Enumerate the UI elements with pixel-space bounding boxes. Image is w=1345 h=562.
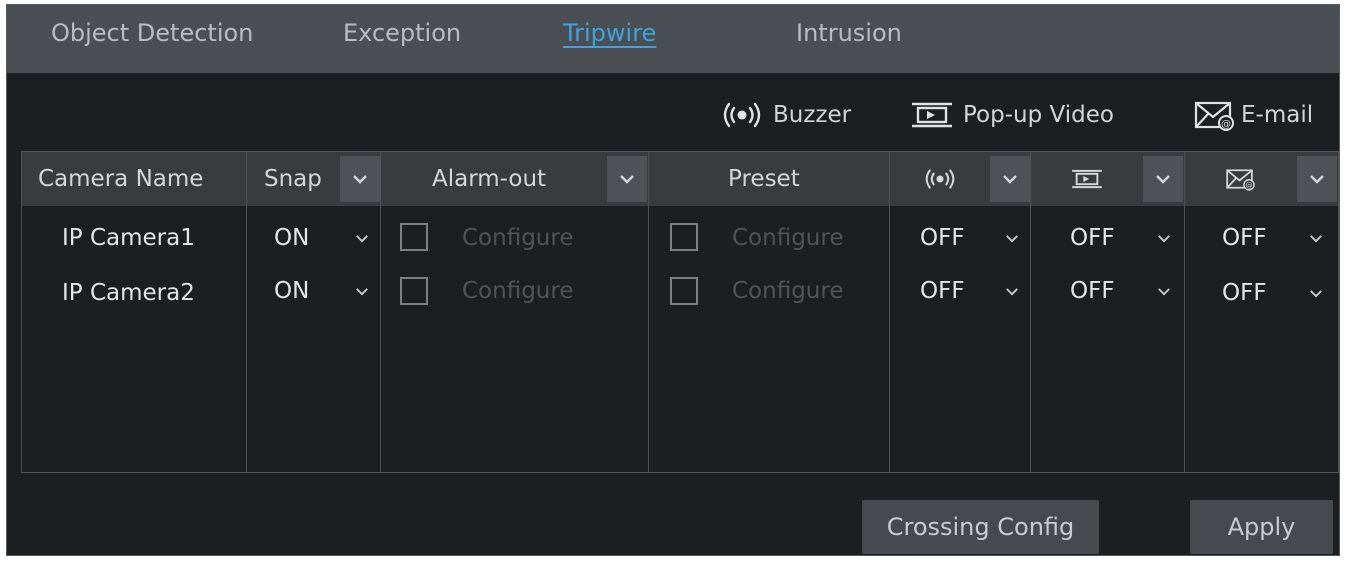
tab-object-detection[interactable]: Object Detection bbox=[51, 19, 253, 47]
email-icon: @ bbox=[1225, 152, 1257, 206]
camera-name-cell: IP Camera2 bbox=[62, 280, 195, 306]
chevron-down-icon[interactable] bbox=[1306, 231, 1326, 245]
legend-buzzer: Buzzer bbox=[719, 97, 851, 133]
legend-popup-video-label: Pop-up Video bbox=[963, 102, 1114, 128]
email-batch-dropdown[interactable] bbox=[1297, 156, 1337, 202]
header-camera-name: Camera Name bbox=[38, 166, 204, 192]
email-select[interactable]: OFF bbox=[1222, 278, 1267, 308]
legend-email: @ E-mail bbox=[1193, 97, 1313, 133]
crossing-config-button[interactable]: Crossing Config bbox=[862, 500, 1099, 554]
chevron-down-icon[interactable] bbox=[352, 284, 372, 298]
chevron-down-icon bbox=[620, 175, 634, 184]
alarm-out-configure-link[interactable]: Configure bbox=[462, 223, 573, 253]
column-divider bbox=[1030, 152, 1031, 472]
chevron-down-icon bbox=[353, 175, 367, 184]
email-select[interactable]: OFF bbox=[1222, 223, 1267, 253]
snap-select[interactable]: ON bbox=[274, 223, 309, 253]
chevron-down-icon[interactable] bbox=[1306, 286, 1326, 300]
alarm-out-configure-link[interactable]: Configure bbox=[462, 276, 573, 306]
popup-video-icon bbox=[909, 99, 955, 131]
column-divider bbox=[648, 152, 649, 472]
buzzer-batch-dropdown[interactable] bbox=[990, 156, 1030, 202]
column-divider bbox=[889, 152, 890, 472]
chevron-down-icon bbox=[1156, 175, 1170, 184]
camera-name-cell: IP Camera1 bbox=[62, 225, 195, 251]
chevron-down-icon[interactable] bbox=[1154, 284, 1174, 298]
buzzer-select[interactable]: OFF bbox=[920, 276, 965, 306]
popup-batch-dropdown[interactable] bbox=[1143, 156, 1183, 202]
svg-text:@: @ bbox=[1245, 181, 1252, 190]
buzzer-icon bbox=[922, 152, 958, 206]
email-icon: @ bbox=[1193, 99, 1237, 131]
chevron-down-icon[interactable] bbox=[352, 231, 372, 245]
alarm-out-checkbox[interactable] bbox=[400, 277, 428, 305]
chevron-down-icon bbox=[1310, 175, 1324, 184]
alarm-out-batch-dropdown[interactable] bbox=[607, 156, 647, 202]
tab-tripwire[interactable]: Tripwire bbox=[563, 19, 656, 47]
column-divider bbox=[380, 152, 381, 472]
chevron-down-icon[interactable] bbox=[1002, 284, 1022, 298]
apply-button[interactable]: Apply bbox=[1190, 500, 1333, 554]
preset-configure-link[interactable]: Configure bbox=[732, 276, 843, 306]
buzzer-select[interactable]: OFF bbox=[920, 223, 965, 253]
tab-intrusion[interactable]: Intrusion bbox=[796, 19, 902, 47]
snap-batch-dropdown[interactable] bbox=[340, 156, 380, 202]
chevron-down-icon bbox=[1003, 175, 1017, 184]
popup-video-icon bbox=[1070, 152, 1104, 206]
column-divider bbox=[1184, 152, 1185, 472]
chevron-down-icon[interactable] bbox=[1002, 231, 1022, 245]
tab-exception[interactable]: Exception bbox=[343, 19, 461, 47]
header-alarm-out: Alarm-out bbox=[432, 166, 547, 192]
snap-select[interactable]: ON bbox=[274, 276, 309, 306]
column-divider bbox=[246, 152, 247, 472]
preset-checkbox[interactable] bbox=[670, 223, 698, 251]
preset-checkbox[interactable] bbox=[670, 277, 698, 305]
popup-select[interactable]: OFF bbox=[1070, 276, 1115, 306]
chevron-down-icon[interactable] bbox=[1154, 231, 1174, 245]
tab-bar: Object Detection Exception Tripwire Intr… bbox=[7, 5, 1339, 73]
tripwire-panel: Object Detection Exception Tripwire Intr… bbox=[6, 4, 1340, 556]
header-preset: Preset bbox=[728, 166, 800, 192]
legend-buzzer-label: Buzzer bbox=[773, 102, 852, 128]
camera-table: Camera Name Snap Alarm-out Preset @ IP C… bbox=[21, 151, 1339, 473]
header-snap: Snap bbox=[264, 166, 322, 192]
popup-select[interactable]: OFF bbox=[1070, 223, 1115, 253]
legend-popup-video: Pop-up Video bbox=[909, 97, 1114, 133]
svg-text:@: @ bbox=[1221, 119, 1231, 130]
alarm-out-checkbox[interactable] bbox=[400, 223, 428, 251]
buzzer-icon bbox=[719, 100, 765, 130]
legend-email-label: E-mail bbox=[1241, 102, 1314, 128]
preset-configure-link[interactable]: Configure bbox=[732, 223, 843, 253]
